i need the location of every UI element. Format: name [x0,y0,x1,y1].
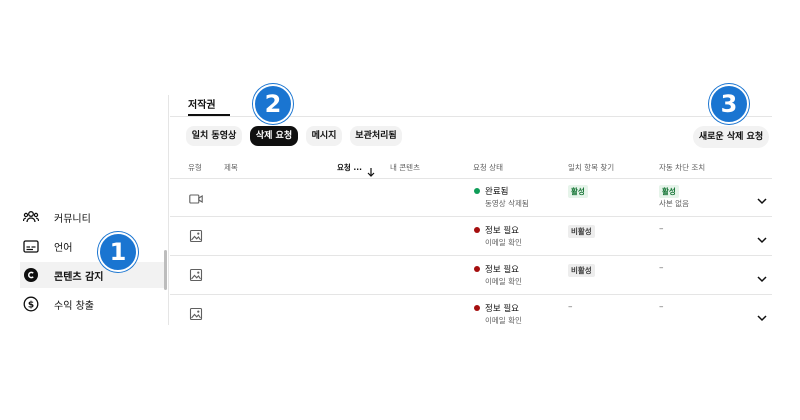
column-header-auto-block[interactable]: 자동 차단 조치 [659,162,705,173]
match-empty: – [568,302,573,312]
sort-arrow-down-icon[interactable] [366,162,376,177]
row-divider [170,255,772,256]
copyright-icon [22,266,40,284]
match-status-badge: 비활성 [568,225,595,238]
request-status-detail: 이메일 확인 [485,316,522,325]
column-header-match-find[interactable]: 일치 항목 찾기 [568,162,614,173]
sidebar-item-content-detection[interactable]: 콘텐츠 감지 [20,262,167,288]
auto-block-empty: – [659,263,664,273]
sidebar-item-label: 콘텐츠 감지 [54,271,104,283]
column-header-requested[interactable]: 요청 ... [337,162,362,173]
auto-block-status-badge: 활성 [659,185,679,198]
chip-messages[interactable]: 메시지 [306,126,342,146]
video-icon [189,190,203,204]
sidebar-item-monetization[interactable]: $ 수익 창출 [22,291,167,317]
match-status-badge: 비활성 [568,264,595,277]
sidebar-scrollbar[interactable] [164,250,167,290]
status-dot [474,227,480,233]
svg-text:$: $ [28,300,34,310]
column-header-type: 유형 [188,163,202,172]
callout-number-1: 1 [98,232,138,272]
image-icon [189,228,203,243]
chevron-down-icon[interactable] [756,270,768,283]
chip-matched-videos[interactable]: 일치 동영상 [186,126,242,146]
request-status-detail: 이메일 확인 [485,277,522,286]
column-header-request-status[interactable]: 요청 상태 [473,162,503,173]
chip-archived[interactable]: 보관처리됨 [350,126,402,146]
chevron-down-icon[interactable] [756,231,768,244]
image-icon [189,306,203,321]
chip-removal-requests[interactable]: 삭제 요청 [250,126,298,146]
match-status-badge: 활성 [568,185,588,198]
chevron-down-icon[interactable] [756,309,768,322]
request-status: 정보 필요 [485,265,519,275]
request-status-detail: 동영상 삭제됨 [485,199,529,208]
sidebar-item-community[interactable]: 커뮤니티 [22,204,167,230]
subtitles-icon [22,237,40,255]
request-status: 정보 필요 [485,226,519,236]
sidebar-item-label: 수익 창출 [54,300,94,312]
row-divider [170,294,772,295]
column-header-title[interactable]: 제목 [224,162,238,173]
request-status: 완료됨 [485,187,509,197]
sidebar-item-language[interactable]: 언어 [22,233,167,259]
table-header-divider [170,178,772,179]
callout-number-3: 3 [709,84,749,124]
callout-number-2: 2 [253,84,293,124]
status-dot [474,305,480,311]
auto-block-empty: – [659,302,664,312]
row-divider [170,216,772,217]
sidebar-item-label: 언어 [54,242,73,254]
column-header-my-content[interactable]: 내 콘텐츠 [390,162,420,173]
new-removal-request-button[interactable]: 새로운 삭제 요청 [693,126,769,148]
status-dot [474,266,480,272]
auto-block-detail: 사본 없음 [659,199,689,208]
community-icon [22,208,40,226]
sidebar-divider [168,95,169,325]
sidebar-item-label: 커뮤니티 [54,213,91,225]
dollar-icon: $ [22,295,40,313]
tab-copyright[interactable]: 저작권 [188,96,216,111]
status-dot [474,188,480,194]
chevron-down-icon[interactable] [756,192,768,205]
auto-block-empty: – [659,224,664,234]
image-icon [189,267,203,282]
request-status-detail: 이메일 확인 [485,238,522,247]
request-status: 정보 필요 [485,304,519,314]
